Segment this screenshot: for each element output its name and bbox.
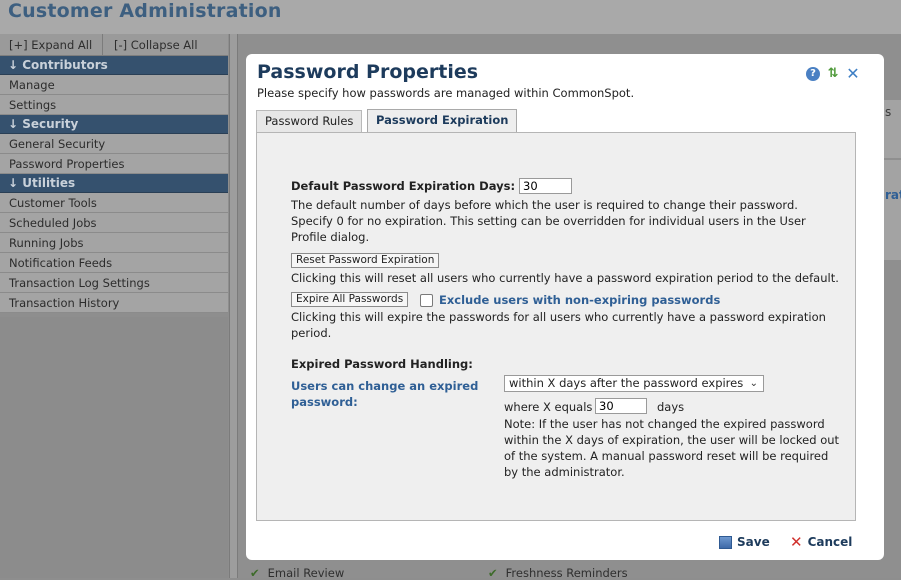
sidebar-item-general-security[interactable]: General Security: [0, 134, 228, 154]
sidebar-item-customer-tools[interactable]: Customer Tools: [0, 193, 228, 213]
sidebar-item-manage[interactable]: Manage: [0, 75, 228, 95]
app-header: Customer Administration: [0, 0, 901, 34]
close-icon[interactable]: ✕: [846, 66, 860, 82]
expired-note: Note: If the user has not changed the ex…: [504, 417, 840, 479]
password-properties-dialog: Password Properties Please specify how p…: [246, 54, 884, 560]
cancel-icon: ✕: [790, 532, 803, 551]
background-text: rat: [885, 188, 901, 202]
x-days-input[interactable]: [595, 398, 647, 414]
days-unit-label: days: [657, 400, 685, 414]
reset-password-expiration-button[interactable]: Reset Password Expiration: [291, 253, 440, 268]
save-button[interactable]: Save: [719, 535, 770, 549]
expired-handling-heading: Expired Password Handling:: [291, 357, 473, 371]
where-x-label: where X equals: [504, 400, 593, 414]
tab-password-rules[interactable]: Password Rules: [256, 110, 363, 132]
cancel-button[interactable]: ✕ Cancel: [790, 532, 852, 551]
save-icon: [719, 535, 732, 549]
sidebar-item-password-properties[interactable]: Password Properties: [0, 154, 228, 174]
chevron-down-icon: ⌄: [749, 378, 758, 389]
dialog-toolbar: ? ⇅ ✕: [806, 66, 860, 82]
tab-password-expiration[interactable]: Password Expiration: [367, 109, 518, 133]
expiration-days-help: The default number of days before which …: [291, 198, 806, 244]
expand-all-link[interactable]: [+] Expand All: [9, 38, 92, 52]
expire-all-passwords-button[interactable]: Expire All Passwords: [291, 292, 409, 307]
sidebar-section-security[interactable]: ↓ Security: [0, 115, 228, 134]
sidebar-item-transaction-log-settings[interactable]: Transaction Log Settings: [0, 273, 228, 293]
dialog-subtitle: Please specify how passwords are managed…: [257, 86, 635, 100]
sidebar-item-scheduled-jobs[interactable]: Scheduled Jobs: [0, 213, 228, 233]
refresh-icon[interactable]: ⇅: [826, 67, 840, 81]
app-title: Customer Administration: [8, 0, 282, 22]
divider: [102, 34, 103, 55]
expired-handling-select[interactable]: within X days after the password expires…: [504, 375, 764, 392]
expiration-days-label: Default Password Expiration Days:: [291, 179, 516, 193]
exclude-non-expiring-checkbox[interactable]: [420, 294, 433, 307]
panel-splitter[interactable]: [229, 34, 238, 578]
sidebar-item-transaction-history[interactable]: Transaction History: [0, 293, 228, 313]
background-panel: [884, 160, 901, 260]
sidebar: ↓ Contributors Manage Settings ↓ Securit…: [0, 56, 228, 313]
sidebar-empty-area: [0, 317, 228, 578]
reset-help-text: Clicking this will reset all users who c…: [291, 271, 839, 285]
dialog-title: Password Properties: [257, 61, 479, 83]
help-icon[interactable]: ?: [806, 67, 820, 81]
collapse-all-link[interactable]: [-] Collapse All: [114, 38, 198, 52]
sidebar-section-contributors[interactable]: ↓ Contributors: [0, 56, 228, 75]
background-text: s: [885, 105, 892, 119]
expiration-days-input[interactable]: [519, 178, 572, 194]
sidebar-item-running-jobs[interactable]: Running Jobs: [0, 233, 228, 253]
expire-help-text: Clicking this will expire the passwords …: [291, 310, 826, 340]
expand-collapse-bar: [+] Expand All [-] Collapse All: [0, 34, 228, 56]
sidebar-item-notification-feeds[interactable]: Notification Feeds: [0, 253, 228, 273]
exclude-non-expiring-label[interactable]: Exclude users with non-expiring password…: [439, 293, 720, 307]
expired-change-label: Users can change an expired password:: [291, 379, 479, 409]
expiration-panel: Default Password Expiration Days: The de…: [256, 132, 856, 521]
sidebar-item-settings[interactable]: Settings: [0, 95, 228, 115]
sidebar-section-utilities[interactable]: ↓ Utilities: [0, 174, 228, 193]
